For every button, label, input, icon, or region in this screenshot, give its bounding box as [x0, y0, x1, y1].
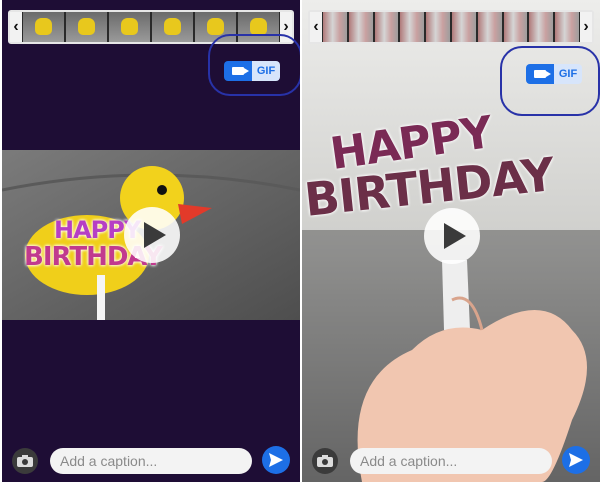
video-camera-icon	[232, 67, 249, 75]
gif-mode-button[interactable]: GIF	[252, 61, 280, 81]
thumbnail-frame	[66, 12, 107, 42]
trim-frames	[322, 12, 580, 42]
caption-bar: Add a caption...	[302, 444, 600, 478]
video-trim-strip[interactable]: ‹ ›	[308, 10, 594, 44]
play-icon	[444, 223, 466, 249]
video-mode-button[interactable]	[224, 61, 252, 81]
thumbnail-frame	[23, 12, 64, 42]
video-preview[interactable]: HAPPY BIRTHDAY	[2, 150, 300, 320]
camera-button[interactable]	[12, 448, 38, 474]
camera-icon	[317, 455, 333, 467]
trim-start-handle[interactable]: ‹	[10, 12, 22, 42]
thumbnail-frame	[348, 12, 373, 42]
thumbnail-frame	[477, 12, 502, 42]
thumbnail-frame	[451, 12, 476, 42]
camera-button[interactable]	[312, 448, 338, 474]
trim-end-handle[interactable]: ›	[580, 12, 592, 42]
left-video-preview-panel: ‹ › GIF HAPPY BIRTHDAY Add a caption...	[2, 0, 300, 482]
trim-start-handle[interactable]: ‹	[310, 12, 322, 42]
thumbnail-frame	[323, 12, 347, 42]
camera-icon	[17, 455, 33, 467]
caption-input[interactable]: Add a caption...	[50, 448, 252, 474]
play-button[interactable]	[424, 208, 480, 264]
caption-bar: Add a caption...	[2, 444, 300, 478]
video-gif-toggle[interactable]: GIF	[526, 64, 582, 84]
send-icon	[269, 453, 283, 467]
thumbnail-frame	[374, 12, 399, 42]
play-icon	[144, 222, 166, 248]
send-button[interactable]	[262, 446, 290, 474]
play-button[interactable]	[124, 207, 180, 263]
caption-input[interactable]: Add a caption...	[350, 448, 552, 474]
send-icon	[569, 453, 583, 467]
thumbnail-frame	[109, 12, 150, 42]
video-camera-icon	[534, 70, 551, 78]
thumbnail-frame	[503, 12, 528, 42]
send-button[interactable]	[562, 446, 590, 474]
thumbnail-frame	[152, 12, 193, 42]
video-mode-button[interactable]	[526, 64, 554, 84]
gif-mode-button[interactable]: GIF	[554, 64, 582, 84]
thumbnail-frame	[426, 12, 450, 42]
thumbnail-frame	[555, 12, 579, 42]
thumbnail-frame	[400, 12, 425, 42]
thumbnail-frame	[529, 12, 554, 42]
right-video-preview-panel: ‹ › GIF HAPPY BIRTHDAY Add a caption...	[302, 0, 600, 482]
video-gif-toggle[interactable]: GIF	[224, 61, 280, 81]
